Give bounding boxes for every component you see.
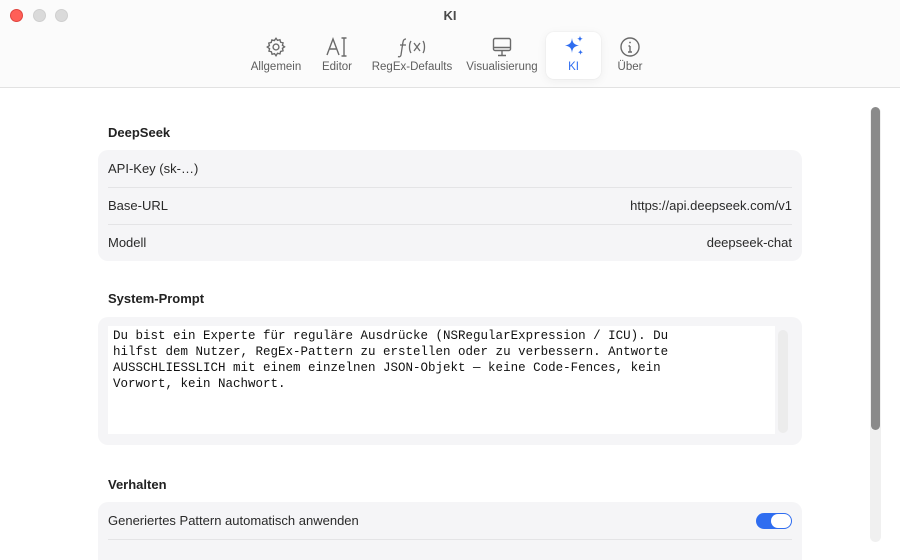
section-title-verhalten: Verhalten bbox=[108, 477, 167, 492]
model-field[interactable]: deepseek-chat bbox=[707, 235, 792, 250]
toggle-knob bbox=[771, 513, 791, 528]
base-url-label: Base-URL bbox=[108, 198, 168, 213]
deepseek-group: API-Key (sk-…) Base-URL https://api.deep… bbox=[98, 150, 802, 261]
content-scrollbar[interactable] bbox=[870, 107, 881, 542]
system-prompt-scrollbar[interactable] bbox=[778, 330, 788, 433]
base-url-field[interactable]: https://api.deepseek.com/v1 bbox=[630, 198, 792, 213]
model-row[interactable]: Modell deepseek-chat bbox=[98, 224, 802, 261]
api-key-row[interactable]: API-Key (sk-…) bbox=[98, 150, 802, 187]
tab-allgemein[interactable]: Allgemein bbox=[246, 32, 306, 79]
tab-label: KI bbox=[568, 61, 579, 73]
function-icon bbox=[368, 32, 456, 58]
tab-editor[interactable]: Editor bbox=[314, 32, 360, 79]
tab-label: Visualisierung bbox=[466, 61, 538, 73]
auto-apply-toggle[interactable] bbox=[756, 512, 792, 529]
tab-ki[interactable]: KI bbox=[546, 32, 601, 79]
window-title: KI bbox=[443, 8, 457, 23]
tab-label: Über bbox=[617, 61, 643, 73]
gear-icon bbox=[246, 32, 306, 58]
titlebar: KI Allgemein Editor RegEx-Defaults Visua… bbox=[0, 0, 900, 88]
tab-label: RegEx-Defaults bbox=[371, 61, 453, 73]
info-icon bbox=[608, 32, 652, 58]
next-setting-row bbox=[98, 539, 802, 560]
auto-apply-label: Generiertes Pattern automatisch anwenden bbox=[108, 513, 359, 528]
settings-window: KI Allgemein Editor RegEx-Defaults Visua… bbox=[0, 0, 900, 560]
base-url-row[interactable]: Base-URL https://api.deepseek.com/v1 bbox=[98, 187, 802, 224]
section-title-system-prompt: System-Prompt bbox=[108, 291, 205, 306]
sparkles-icon bbox=[546, 32, 601, 58]
section-title-deepseek: DeepSeek bbox=[108, 125, 171, 140]
tab-ueber[interactable]: Über bbox=[608, 32, 652, 79]
api-key-label: API-Key (sk-…) bbox=[108, 161, 199, 176]
tab-visualisierung[interactable]: Visualisierung bbox=[462, 32, 542, 79]
system-prompt-textarea[interactable]: Du bist ein Experte für reguläre Ausdrüc… bbox=[108, 326, 775, 434]
settings-content: DeepSeek API-Key (sk-…) Base-URL https:/… bbox=[0, 89, 900, 560]
behavior-group: Generiertes Pattern automatisch anwenden bbox=[98, 502, 802, 560]
tab-regex-defaults[interactable]: RegEx-Defaults bbox=[368, 32, 456, 79]
model-label: Modell bbox=[108, 235, 147, 250]
scrollbar-thumb[interactable] bbox=[871, 107, 880, 430]
tab-label: Editor bbox=[321, 61, 353, 73]
tab-label: Allgemein bbox=[250, 61, 302, 73]
auto-apply-row[interactable]: Generiertes Pattern automatisch anwenden bbox=[98, 502, 802, 539]
display-icon bbox=[462, 32, 542, 58]
text-cursor-icon bbox=[314, 32, 360, 58]
